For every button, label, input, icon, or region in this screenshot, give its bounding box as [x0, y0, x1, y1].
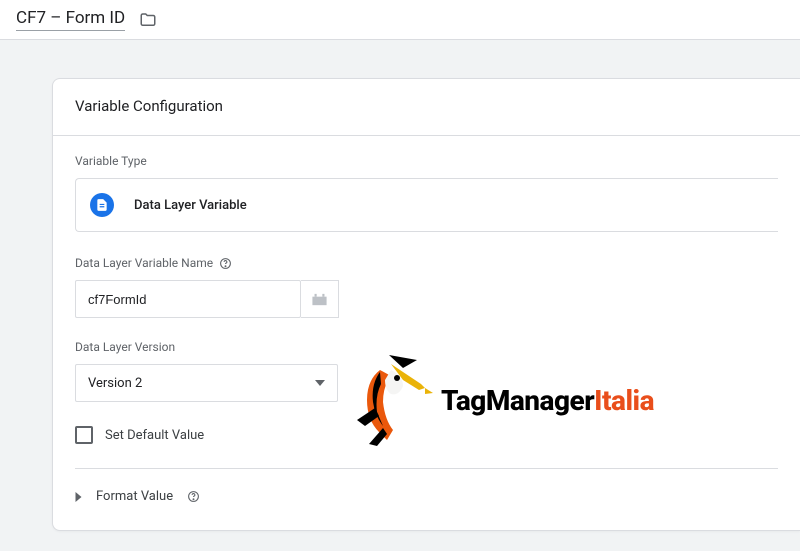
watermark-text: TagManagerItalia [441, 384, 654, 417]
dlv-name-input[interactable] [75, 280, 301, 318]
title-area: CF7 – Form ID [16, 8, 157, 31]
folder-icon[interactable] [139, 11, 157, 29]
variable-name-input[interactable]: CF7 – Form ID [16, 8, 125, 31]
woodpecker-logo-icon [347, 350, 433, 450]
variable-type-selector[interactable]: Data Layer Variable [75, 178, 778, 232]
workspace: Variable Configuration Variable Type Dat… [0, 40, 800, 551]
chevron-right-icon [75, 492, 82, 502]
config-card: Variable Configuration Variable Type Dat… [52, 78, 800, 531]
card-body: Variable Type Data Layer Variable Data L… [53, 136, 800, 530]
format-value-row[interactable]: Format Value [75, 469, 778, 530]
variable-type-value: Data Layer Variable [134, 198, 247, 213]
set-default-value-checkbox[interactable] [75, 426, 93, 444]
top-bar: CF7 – Form ID [0, 0, 800, 40]
insert-variable-button[interactable] [301, 280, 339, 318]
card-title: Variable Configuration [53, 79, 800, 136]
dlv-name-label: Data Layer Variable Name [75, 256, 778, 270]
variable-type-label: Variable Type [75, 154, 778, 168]
set-default-value-label: Set Default Value [105, 428, 204, 443]
chevron-down-icon [315, 380, 325, 386]
dlv-version-select[interactable]: Version 2 [75, 364, 338, 402]
data-layer-icon [90, 193, 114, 217]
help-icon[interactable] [187, 490, 200, 503]
select-value: Version 2 [88, 376, 142, 391]
watermark: TagManagerItalia [347, 350, 654, 450]
format-value-label: Format Value [96, 489, 173, 504]
help-icon[interactable] [219, 257, 232, 270]
